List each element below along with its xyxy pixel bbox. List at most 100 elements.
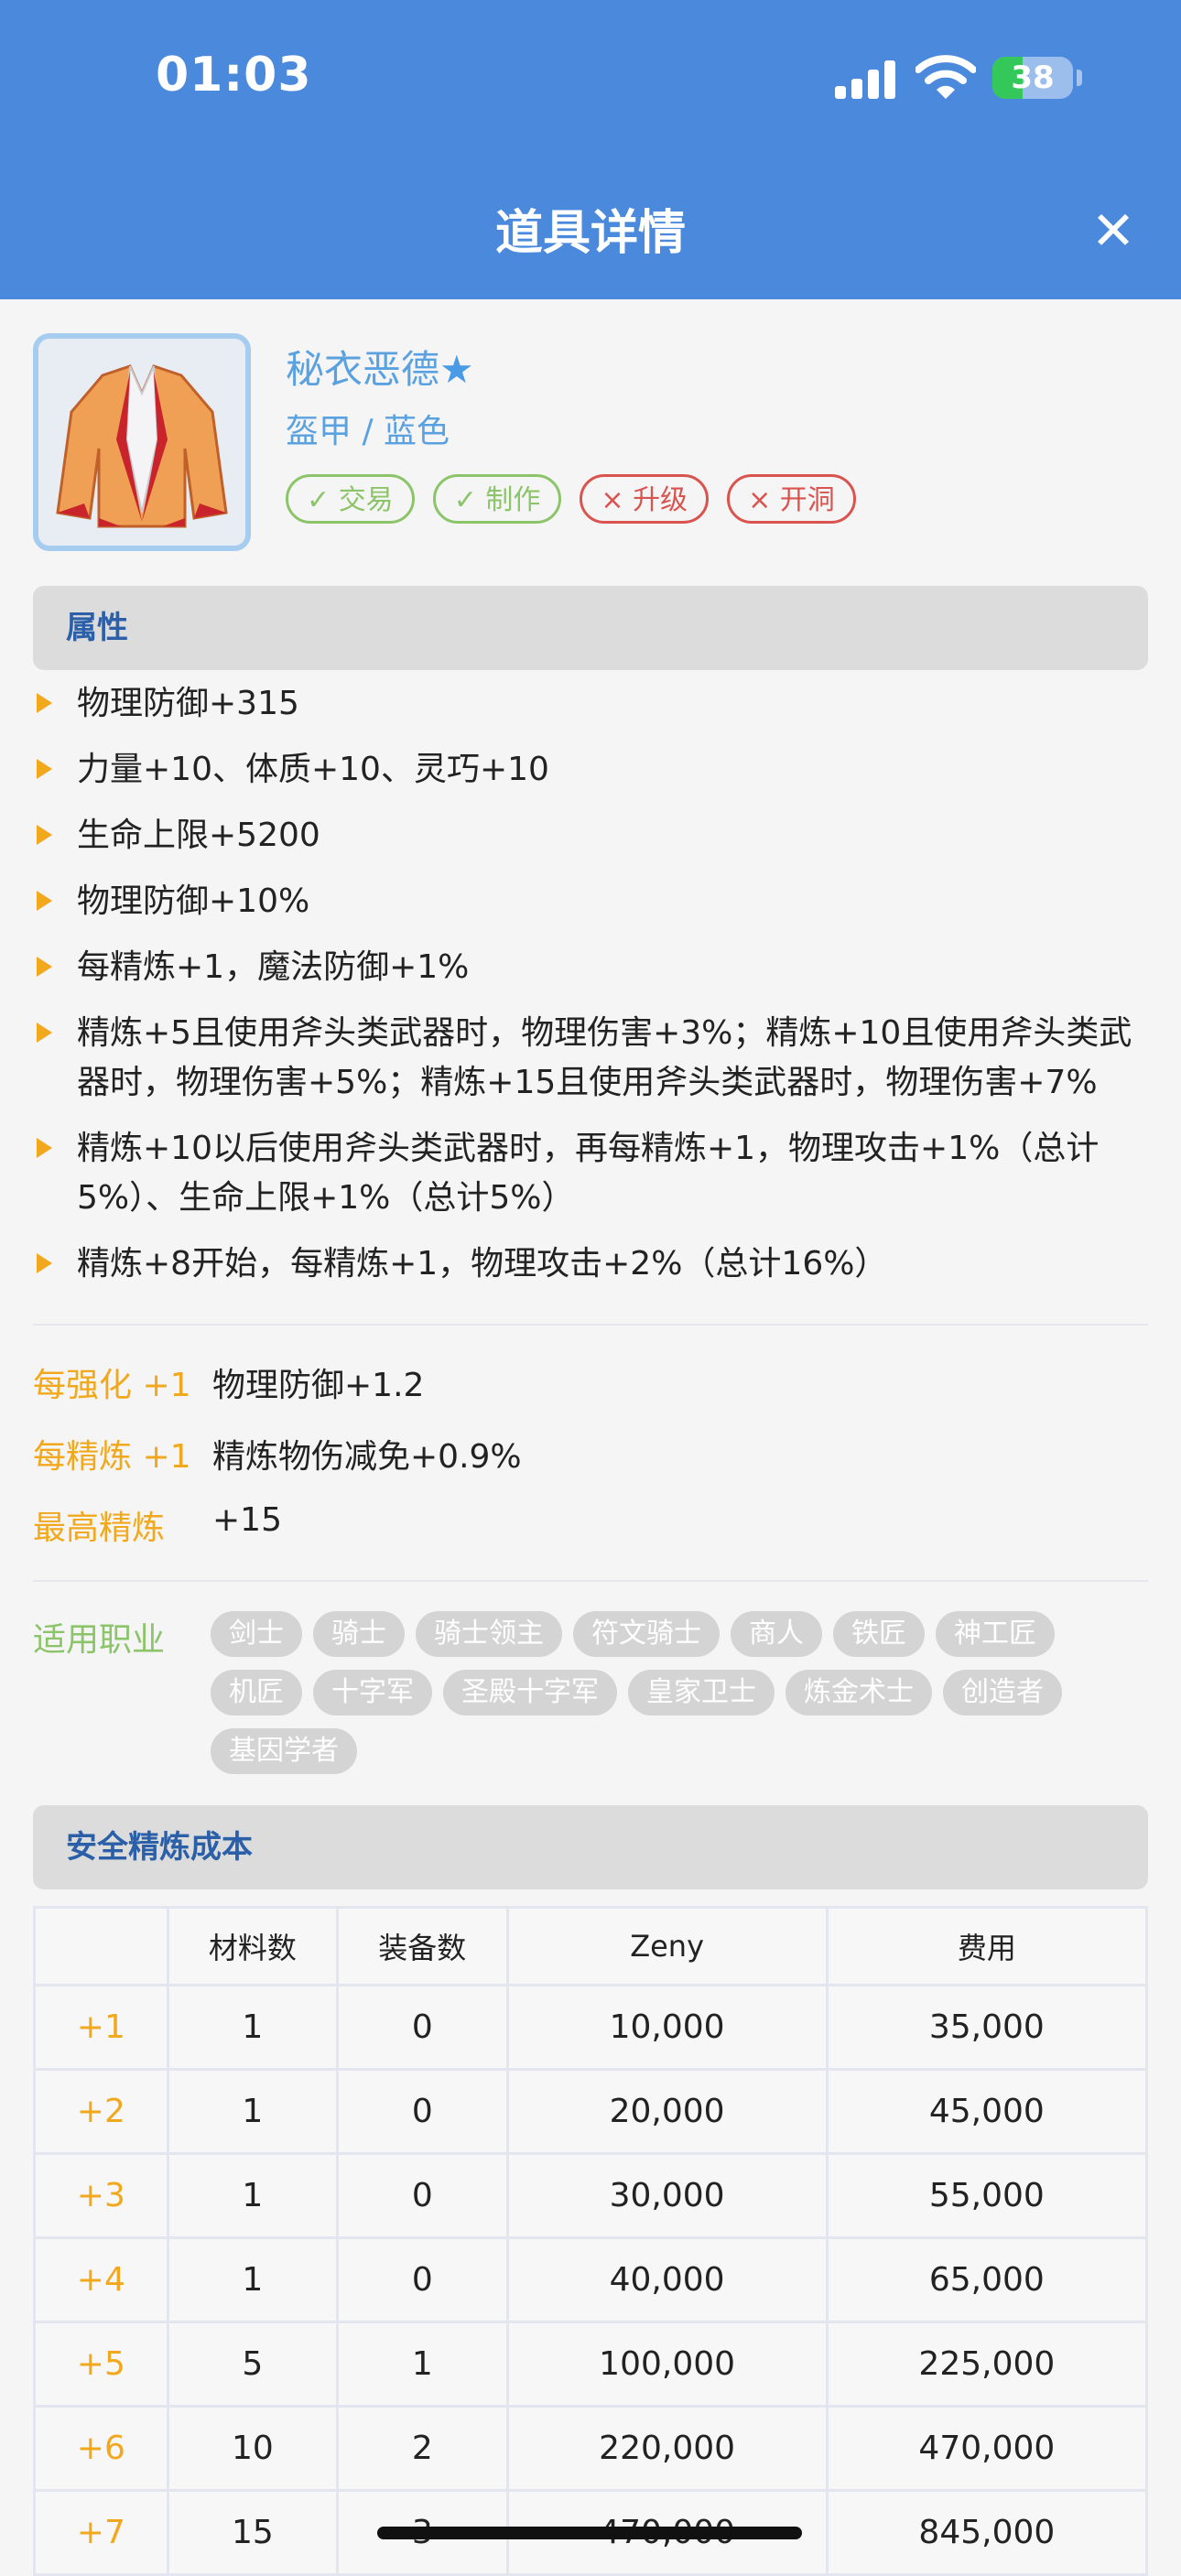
job-chip: 商人 <box>731 1611 822 1657</box>
tag-label: 开洞 <box>779 484 835 516</box>
section-cost-header: 安全精炼成本 <box>33 1805 1148 1889</box>
refine-info-value: +15 <box>212 1501 282 1539</box>
divider <box>33 1324 1148 1326</box>
attribute-item: 生命上限+5200 <box>33 811 1150 860</box>
attribute-text: 物理防御+315 <box>77 685 299 722</box>
total-cost: 35,000 <box>825 1984 1149 2071</box>
table-row: +5 5 1 100,000 225,000 <box>33 2321 1149 2408</box>
attribute-item: 物理防御+10% <box>33 877 1150 926</box>
job-chip: 圣殿十字军 <box>443 1670 617 1716</box>
table-row: +1 1 0 10,000 35,000 <box>33 1984 1149 2071</box>
triangle-bullet-icon <box>37 825 52 845</box>
attribute-item: 精炼+5且使用斧头类武器时，物理伤害+3%；精炼+10且使用斧头类武器时，物理伤… <box>33 1009 1150 1108</box>
total-cost: 55,000 <box>825 2152 1149 2239</box>
equip-count: 0 <box>336 2152 509 2239</box>
attribute-text: 精炼+8开始，每精炼+1，物理攻击+2%（总计16%） <box>77 1245 888 1283</box>
attribute-item: 力量+10、体质+10、灵巧+10 <box>33 745 1150 795</box>
attribute-item: 精炼+8开始，每精炼+1，物理攻击+2%（总计16%） <box>33 1239 1150 1289</box>
refine-info-label: 最高精炼 <box>33 1510 166 1547</box>
material-count: 10 <box>166 2405 340 2492</box>
tag-label: 交易 <box>338 484 394 516</box>
material-count: 1 <box>166 1984 340 2071</box>
item-image <box>33 333 251 551</box>
home-indicator[interactable] <box>377 2527 802 2539</box>
page-title: 道具详情 <box>494 206 686 261</box>
refine-level: +4 <box>33 2236 169 2323</box>
attribute-text: 精炼+10以后使用斧头类武器时，再每精炼+1，物理攻击+1%（总计5%）、生命上… <box>77 1130 1100 1217</box>
job-chip: 基因学者 <box>211 1728 357 1774</box>
job-list: 剑士 骑士 骑士领主 符文骑士 商人 铁匠 神工匠 机匠 十字军 圣殿十字军 皇… <box>211 1611 1154 1774</box>
table-row: +4 1 0 40,000 65,000 <box>33 2236 1149 2323</box>
refine-info-label: 每强化 +1 <box>33 1367 191 1404</box>
table-row: +2 1 0 20,000 45,000 <box>33 2068 1149 2155</box>
close-icon: ✕ <box>1090 200 1136 262</box>
job-chip: 骑士领主 <box>416 1611 562 1657</box>
job-chip: 创造者 <box>943 1670 1062 1716</box>
tag-socket: × 开洞 <box>727 474 856 524</box>
battery-icon: 38 <box>992 57 1073 99</box>
attribute-list: 物理防御+315 力量+10、体质+10、灵巧+10 生命上限+5200 物理防… <box>33 679 1150 1305</box>
item-name-text: 秘衣恶德 <box>286 347 440 392</box>
close-button[interactable]: ✕ <box>1086 203 1141 258</box>
refine-level: +6 <box>33 2405 169 2492</box>
wifi-icon <box>916 55 976 99</box>
divider <box>33 1580 1148 1582</box>
attribute-item: 每精炼+1，魔法防御+1% <box>33 943 1150 992</box>
attribute-item: 物理防御+315 <box>33 679 1150 729</box>
attribute-text: 物理防御+10% <box>77 882 310 920</box>
attribute-item: 精炼+10以后使用斧头类武器时，再每精炼+1，物理攻击+1%（总计5%）、生命上… <box>33 1124 1150 1223</box>
material-count: 5 <box>166 2321 340 2408</box>
status-time: 01:03 <box>156 48 312 103</box>
check-icon: ✓ <box>453 484 486 516</box>
total-cost: 845,000 <box>825 2489 1149 2576</box>
triangle-bullet-icon <box>37 1253 52 1273</box>
column-header: 费用 <box>825 1906 1149 1986</box>
tag-upgrade: × 升级 <box>580 474 710 524</box>
total-cost: 470,000 <box>825 2405 1149 2492</box>
zeny-cost: 20,000 <box>505 2068 829 2155</box>
tag-craft: ✓ 制作 <box>432 474 562 524</box>
item-tags: ✓ 交易 ✓ 制作 × 升级 × 开洞 <box>286 474 856 524</box>
refine-level: +7 <box>33 2489 169 2576</box>
equip-count: 1 <box>336 2321 509 2408</box>
job-chip: 皇家卫士 <box>628 1670 775 1716</box>
check-icon: ✓ <box>307 484 339 516</box>
jacket-icon <box>38 339 245 546</box>
equip-count: 0 <box>336 2236 509 2323</box>
item-name: 秘衣恶德★ <box>286 339 474 395</box>
cross-icon: × <box>748 484 780 516</box>
tag-label: 升级 <box>633 484 688 516</box>
refine-info-value: 精炼物伤减免+0.9% <box>212 1438 522 1476</box>
refine-level: +5 <box>33 2321 169 2408</box>
material-count: 15 <box>166 2489 340 2576</box>
total-cost: 45,000 <box>825 2068 1149 2155</box>
job-chip: 机匠 <box>211 1670 302 1716</box>
jobs-label: 适用职业 <box>33 1621 166 1659</box>
total-cost: 225,000 <box>825 2321 1149 2408</box>
table-header-row: 材料数 装备数 Zeny 费用 <box>33 1906 1149 1986</box>
zeny-cost: 40,000 <box>505 2236 829 2323</box>
column-header: 装备数 <box>336 1906 509 1986</box>
equip-count: 0 <box>336 2068 509 2155</box>
zeny-cost: 100,000 <box>505 2321 829 2408</box>
triangle-bullet-icon <box>37 957 52 977</box>
job-chip: 剑士 <box>211 1611 302 1657</box>
cost-table: 材料数 装备数 Zeny 费用 +1 1 0 10,000 35,000 +2 … <box>33 1906 1149 2576</box>
job-chip: 符文骑士 <box>573 1611 720 1657</box>
tag-trade: ✓ 交易 <box>286 474 415 524</box>
material-count: 1 <box>166 2152 340 2239</box>
star-icon: ★ <box>439 347 474 392</box>
battery-percent: 38 <box>1011 60 1055 96</box>
column-header <box>33 1906 169 1986</box>
triangle-bullet-icon <box>37 1023 52 1043</box>
triangle-bullet-icon <box>37 693 52 713</box>
job-chip: 铁匠 <box>833 1611 925 1657</box>
refine-level: +1 <box>33 1984 169 2071</box>
equip-count: 2 <box>336 2405 509 2492</box>
section-attributes-header: 属性 <box>33 586 1148 670</box>
refine-info-label: 每精炼 +1 <box>33 1438 191 1476</box>
triangle-bullet-icon <box>37 891 52 911</box>
job-chip: 十字军 <box>313 1670 432 1716</box>
equip-count: 0 <box>336 1984 509 2071</box>
attribute-text: 力量+10、体质+10、灵巧+10 <box>77 751 549 788</box>
